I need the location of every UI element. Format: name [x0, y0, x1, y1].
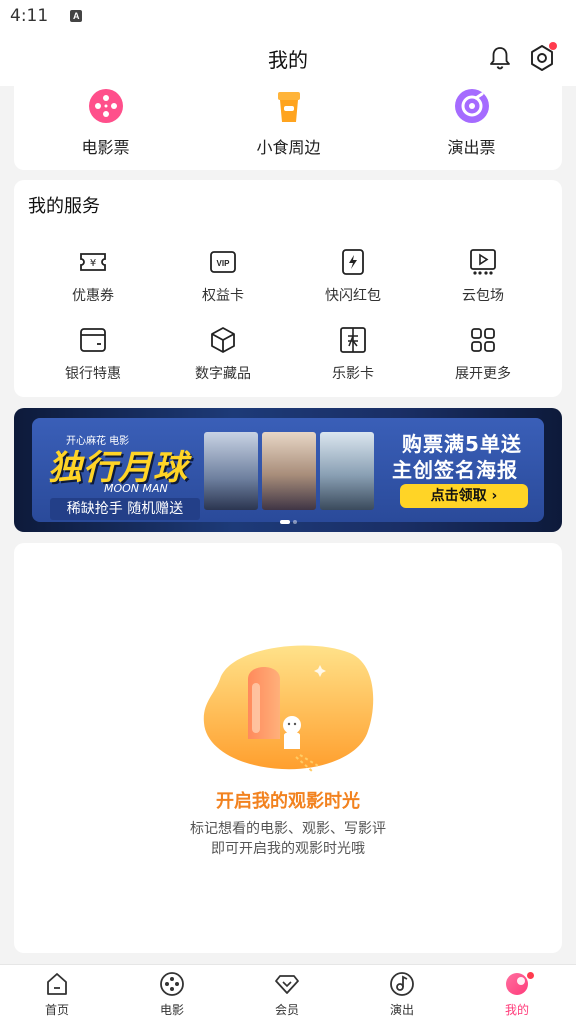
show-ticket-shortcut[interactable]: 演出票: [380, 86, 563, 158]
movie-ticket-shortcut[interactable]: 电影票: [14, 86, 197, 158]
tab-movie[interactable]: 电影: [132, 971, 212, 1018]
banner-claim-button[interactable]: 点击领取 ›: [400, 484, 528, 508]
music-disc-icon: [454, 89, 489, 123]
drink-cup-icon: [277, 92, 300, 122]
coupon-icon: ¥: [80, 253, 106, 271]
svg-text:VIP: VIP: [217, 259, 231, 268]
service-cloud-screening[interactable]: 云包场: [418, 247, 548, 305]
service-label: 权益卡: [202, 288, 244, 304]
banner-promo-line1: 购票满5单送: [402, 432, 522, 456]
status-bar: 4:11 A: [0, 0, 576, 32]
empty-state-title: 开启我的观影时光: [216, 791, 360, 812]
shortcut-label: 小食周边: [256, 138, 321, 157]
bottom-tab-bar: 首页 电影 会员 演出 我的: [0, 964, 576, 1024]
empty-state-line: 即可开启我的观影时光哦: [211, 841, 365, 857]
empty-state-description: 标记想看的电影、观影、写影评 即可开启我的观影时光哦: [14, 819, 562, 859]
tab-label: 演出: [389, 1003, 414, 1017]
bank-card-icon: [80, 328, 106, 352]
poster-image: [320, 432, 374, 510]
tab-notification-dot: [527, 972, 534, 979]
tab-label: 电影: [159, 1003, 184, 1017]
status-time: 4:11: [10, 6, 49, 26]
tab-shows[interactable]: 演出: [362, 971, 442, 1018]
service-label: 银行特惠: [65, 366, 121, 382]
service-label: 展开更多: [455, 366, 511, 382]
service-digital-collectible[interactable]: 数字藏品: [158, 325, 288, 383]
diamond-icon: [275, 975, 299, 994]
empty-state-illustration: [203, 645, 374, 772]
movie-time-card: 开启我的观影时光 标记想看的电影、观影、写影评 即可开启我的观影时光哦: [14, 543, 562, 953]
empty-state-line: 标记想看的电影、观影、写影评: [190, 821, 386, 837]
home-icon: [47, 973, 67, 995]
film-reel-icon: [88, 89, 123, 123]
banner-tag: 稀缺抢手 随机赠送: [50, 498, 200, 520]
tab-mine[interactable]: 我的: [477, 971, 557, 1018]
shortcut-label: 电影票: [81, 138, 130, 157]
svg-text:¥: ¥: [90, 258, 96, 269]
tab-home[interactable]: 首页: [17, 971, 97, 1018]
tab-label: 我的: [504, 1003, 529, 1017]
grid-more-icon: [471, 328, 495, 352]
cube-icon: [211, 327, 235, 353]
film-reel-icon: [160, 972, 184, 996]
services-title: 我的服务: [28, 196, 100, 217]
flash-redpacket-icon: [342, 249, 364, 275]
service-vip-card[interactable]: VIP 权益卡: [158, 247, 288, 305]
banner-pagination: [14, 520, 562, 524]
banner-promo-line2: 主创签名海报: [392, 458, 518, 482]
service-expand-more[interactable]: 展开更多: [418, 325, 548, 383]
poster-image: [262, 432, 316, 510]
service-flash-redpacket[interactable]: 快闪红包: [288, 247, 418, 305]
pagination-dot: [292, 520, 297, 524]
poster-image: [204, 432, 258, 510]
service-label: 云包场: [462, 288, 504, 304]
bell-icon[interactable]: [488, 45, 512, 71]
cloud-screening-icon: [470, 249, 496, 275]
vip-card-icon: VIP: [210, 251, 236, 273]
service-coupon[interactable]: ¥ 优惠券: [28, 247, 158, 305]
service-movie-card[interactable]: 乐影卡: [288, 325, 418, 383]
service-label: 乐影卡: [332, 366, 374, 382]
notification-badge: A: [70, 10, 83, 22]
top-bar: 我的: [0, 32, 576, 86]
service-bank-offer[interactable]: 银行特惠: [28, 325, 158, 383]
settings-notification-dot: [549, 42, 557, 50]
promo-banner[interactable]: 开心麻花 电影 独行月球 MOON MAN 稀缺抢手 随机赠送 购票满5单送 主…: [14, 408, 562, 532]
ticket-shortcuts-card: 电影票 小食周边 演出票: [14, 86, 562, 170]
service-label: 快闪红包: [325, 288, 381, 304]
shortcut-label: 演出票: [447, 138, 496, 157]
tab-label: 会员: [274, 1003, 299, 1017]
movie-card-icon: [340, 327, 366, 353]
snacks-shortcut[interactable]: 小食周边: [197, 86, 380, 158]
music-note-icon: [390, 972, 414, 996]
banner-movie-title-en: MOON MAN: [104, 482, 168, 495]
service-label: 优惠券: [72, 288, 114, 304]
tab-membership[interactable]: 会员: [247, 971, 327, 1018]
service-label: 数字藏品: [195, 366, 251, 382]
my-services-card: 我的服务 ¥ 优惠券 VIP 权益卡 快闪红包 云包场 银行特惠 数字藏品 乐影…: [14, 180, 562, 397]
tab-label: 首页: [44, 1003, 69, 1017]
pagination-dot-active: [279, 520, 290, 524]
